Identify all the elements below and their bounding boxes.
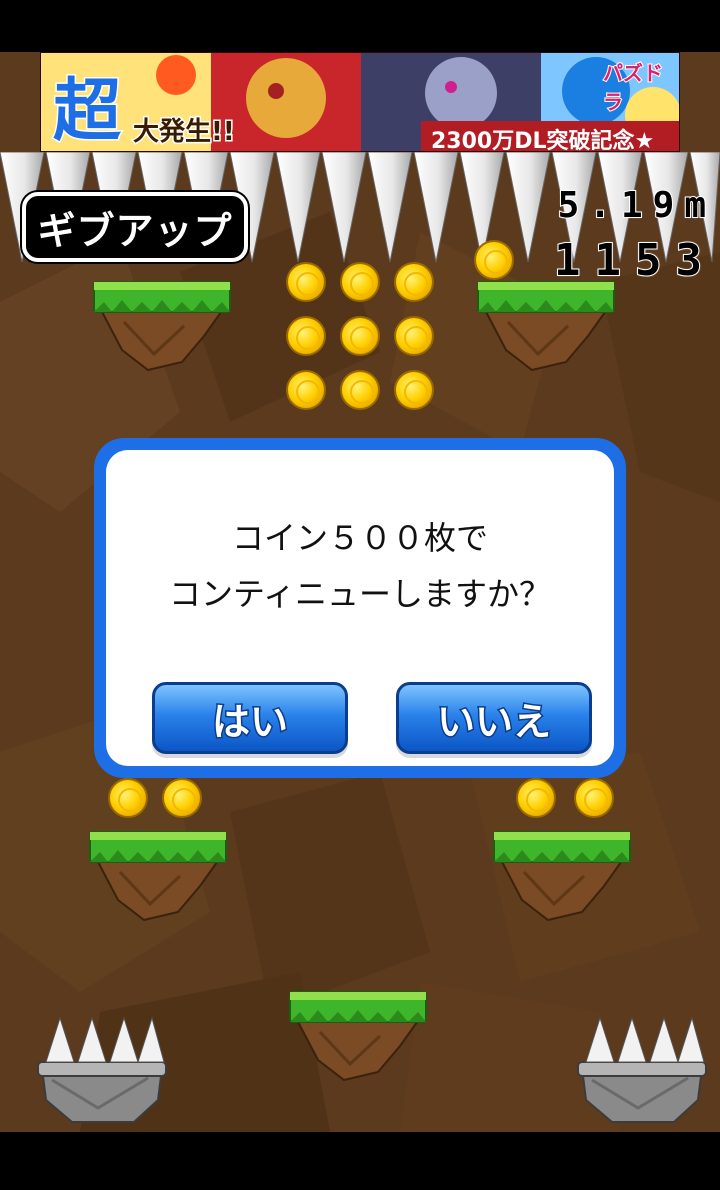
yes-button[interactable]: はい (152, 682, 348, 754)
coin (394, 316, 434, 356)
coin (574, 778, 614, 818)
coin (162, 778, 202, 818)
coin (286, 262, 326, 302)
status-bar (0, 0, 720, 52)
game-area: 超 大発生!! パズドラ 2300万DL突破記念★ ギブアップ 5.19m 11… (0, 52, 720, 1132)
game-screen: 超 大発生!! パズドラ 2300万DL突破記念★ ギブアップ 5.19m 11… (0, 0, 720, 1190)
coin (340, 262, 380, 302)
dialog-message-line2: コンティニューしますか？ (168, 575, 552, 613)
coin (340, 316, 380, 356)
coin (394, 262, 434, 302)
dialog-message-line1: コイン５００枚で (231, 519, 488, 557)
coin (286, 370, 326, 410)
no-button[interactable]: いいえ (396, 682, 592, 754)
coin (340, 370, 380, 410)
continue-dialog: コイン５００枚で コンティニューしますか？ はい いいえ (94, 438, 626, 778)
coin (394, 370, 434, 410)
dialog-message: コイン５００枚で コンティニューしますか？ (106, 510, 614, 622)
coin (286, 316, 326, 356)
navigation-bar (0, 1132, 720, 1190)
coin (474, 240, 514, 280)
coin (516, 778, 556, 818)
coin (108, 778, 148, 818)
dialog-panel: コイン５００枚で コンティニューしますか？ はい いいえ (106, 450, 614, 766)
